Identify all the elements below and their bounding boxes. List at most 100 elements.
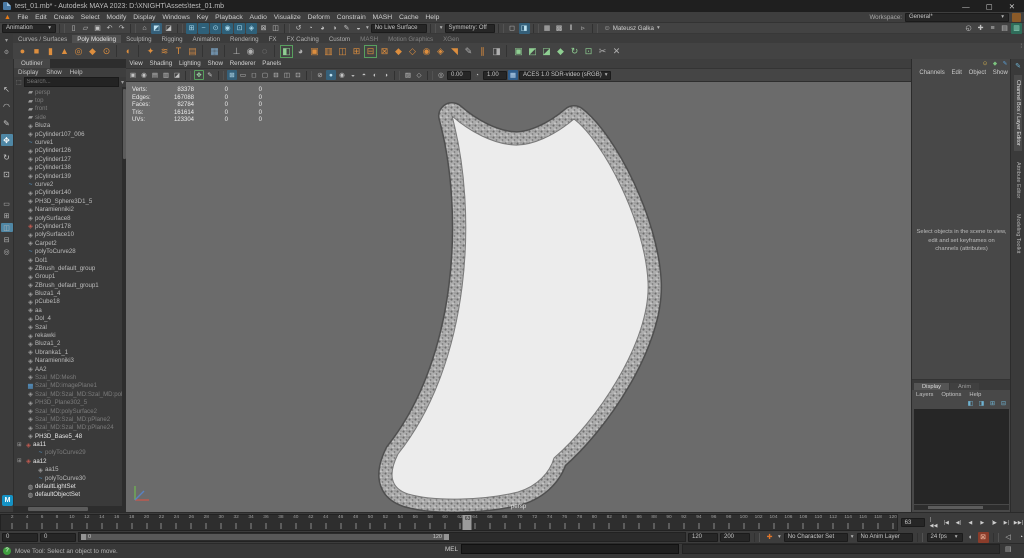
main-menu-cache[interactable]: Cache (396, 14, 422, 21)
sidebar-tab-modeling-toolkit[interactable]: Modeling Toolkit (1014, 209, 1022, 258)
auto-keyframe-icon[interactable]: ⊠ (977, 531, 989, 543)
outliner-item-front[interactable]: ▰ front (14, 105, 126, 113)
fps-selector-caret-icon[interactable]: ▾ (954, 534, 959, 540)
outliner-item-pcylinder107-006[interactable]: ◈ pCylinder107_006 (14, 130, 126, 139)
shaded-icon[interactable]: ● (326, 70, 336, 80)
bevel-icon[interactable]: ⊟ (364, 45, 377, 58)
menuset-selector[interactable]: Animation ▾ (2, 23, 56, 33)
outliner-item-top[interactable]: ▰ top (14, 96, 126, 105)
relax-brush-icon[interactable]: ◕ (294, 45, 307, 58)
use-all-lights-icon[interactable]: ◒ (348, 70, 358, 80)
platonic-solid-icon[interactable]: ✦ (144, 45, 157, 58)
layer-editor-tab-anim[interactable]: Anim (950, 383, 980, 390)
expand-toggle-icon[interactable]: ⊞ (17, 458, 24, 464)
open-scene-icon[interactable]: ▱ (80, 23, 91, 34)
poly-cone-icon[interactable]: ▲ (58, 45, 71, 58)
transform-component-icon[interactable]: ⊡ (582, 45, 595, 58)
wedge-icon[interactable]: ◥ (448, 45, 461, 58)
outliner-item-szal-md-polysurface2[interactable]: ◈ Szal_MD:polySurface2 (14, 407, 126, 416)
occlusion-icon[interactable]: ◐ (370, 70, 380, 80)
outliner-item-bluza1-2[interactable]: ◈ Bluza1_2 (14, 340, 126, 348)
shelf-tab-fx[interactable]: FX (264, 35, 282, 43)
outliner-magnifier-icon[interactable]: ◎ (1, 247, 13, 256)
playback-options-icon[interactable]: ◖ (965, 532, 976, 543)
outliner-item-polytocurve30[interactable]: ~ polyToCurve30 (14, 474, 126, 482)
undo-icon[interactable]: ↶ (104, 23, 115, 34)
attribute-editor-toggle-icon[interactable]: ≡ (987, 23, 998, 34)
mute-audio-icon[interactable]: ◁ (1003, 532, 1014, 543)
sweep-mesh-icon[interactable]: ≋ (158, 45, 171, 58)
shelf-tab-rendering[interactable]: Rendering (225, 35, 264, 43)
rotate-tool[interactable]: ↻ (1, 151, 13, 163)
shelf-tab-xgen[interactable]: XGen (438, 35, 464, 43)
outliner-item-carpet2[interactable]: ◈ Carpet2 (14, 239, 126, 248)
scale-tool[interactable]: ⊡ (1, 168, 13, 180)
field-chart-icon[interactable]: ⊟ (271, 70, 281, 80)
outliner-item-aa15[interactable]: ◈ aa15 (14, 466, 126, 474)
poly-cube-icon[interactable]: ■ (30, 45, 43, 58)
selection-component-icon[interactable]: ◪ (163, 23, 174, 34)
vest-panel-object[interactable] (378, 102, 663, 512)
modeling-panel-icon[interactable]: ◻ (507, 23, 518, 34)
selection-object-icon[interactable]: ◩ (151, 22, 162, 34)
channel-box-menu-channels[interactable]: Channels (916, 70, 948, 76)
isolate-select-icon[interactable]: ◇ (414, 70, 424, 80)
safe-title-icon[interactable]: ⊡ (293, 70, 303, 80)
search-filter-caret-icon[interactable]: ▾ (121, 79, 124, 86)
target-weld-icon[interactable]: ▣ (512, 45, 525, 58)
snap-projected-center-icon[interactable]: ◉ (222, 22, 233, 34)
outliner-item-pcylinder138[interactable]: ◈ pCylinder138 (14, 164, 126, 172)
shelf-gear-icon[interactable]: ⚙ (4, 49, 9, 56)
make-live-icon[interactable]: ◈ (246, 22, 257, 34)
viewport-menu-panels[interactable]: Panels (259, 60, 285, 67)
outliner-item-pcylinder178[interactable]: ◈ pCylinder178 (14, 222, 126, 231)
type-tool-icon[interactable]: T (172, 45, 185, 58)
viewport-canvas[interactable]: Verts: 83378 0 0 Edges: 167088 0 0 Faces: 82784 0 0… (126, 82, 911, 512)
outliner-item-szal[interactable]: ◈ Szal (14, 323, 126, 332)
lasso-tool[interactable]: ◠ (1, 100, 13, 112)
outliner-tab[interactable]: Outliner (14, 59, 50, 68)
viewport-menu-view[interactable]: View (126, 60, 146, 67)
snap-grid-icon[interactable]: ⊞ (186, 22, 197, 34)
exposure-icon[interactable]: ◎ (436, 70, 446, 80)
maximize-button[interactable]: ▢ (986, 2, 993, 11)
outliner-item-zbrush-default-group[interactable]: ◈ ZBrush_default_group (14, 264, 126, 273)
shelf-tab-custom[interactable]: Custom (324, 35, 355, 43)
range-end-handle[interactable] (444, 534, 449, 540)
playback-start-field[interactable]: 0 (40, 532, 76, 542)
outliner-item-pcylinder140[interactable]: ◈ pCylinder140 (14, 189, 126, 197)
main-menu-modify[interactable]: Modify (103, 14, 130, 21)
single-pane-layout[interactable]: ▭ (1, 199, 13, 208)
vest-mesh[interactable] (126, 82, 911, 512)
outliner-item-zbrush-default-group1[interactable]: ◈ ZBrush_default_group1 (14, 281, 126, 290)
live-surface-field[interactable]: No Live Surface (370, 23, 427, 33)
outliner-item-pcylinder126[interactable]: ◈ pCylinder126 (14, 147, 126, 155)
pause-viewport-icon[interactable]: ‖ (566, 23, 577, 34)
outliner-item-szal-md-mesh[interactable]: ◈ Szal_MD:Mesh (14, 373, 126, 382)
connect-tool-icon[interactable]: ◪ (540, 45, 553, 58)
main-menu-help[interactable]: Help (422, 14, 443, 21)
animation-end-field[interactable]: 200 (720, 532, 750, 542)
workspace-selector[interactable]: General* ▾ (905, 12, 1009, 22)
outliner-item-aa2[interactable]: ◈ AA2 (14, 365, 126, 374)
construction-grid-icon[interactable]: ▦ (208, 45, 221, 58)
arc-length-tool-icon[interactable]: ◉ (244, 45, 257, 58)
menuset-selector-caret-icon[interactable]: ▾ (47, 25, 52, 31)
main-menu-key[interactable]: Key (193, 14, 212, 21)
command-line-input[interactable] (460, 544, 679, 554)
channel-box-menu-edit[interactable]: Edit (948, 70, 965, 76)
select-camera-icon[interactable]: ▣ (128, 70, 138, 80)
outliner-item-polysurface10[interactable]: ◈ polySurface10 (14, 231, 126, 239)
humanik-toggle-icon[interactable]: ✚ (975, 23, 986, 34)
fps-selector[interactable]: 24 fps ▾ (926, 532, 963, 542)
step-back-frame-button[interactable]: |◀ (941, 516, 952, 529)
node-editor-icon[interactable]: ▩ (554, 23, 565, 34)
outliner-item-pcylinder139[interactable]: ◈ pCylinder139 (14, 172, 126, 181)
multi-cut-icon[interactable]: ◩ (526, 45, 539, 58)
layer-editor-scrollbar[interactable] (914, 505, 1009, 510)
2d-pan-zoom-icon[interactable]: ✥ (194, 70, 204, 80)
selection-hierarchy-icon[interactable]: ⌂ (139, 23, 150, 34)
symmetry-caret-icon[interactable]: ▾ (439, 25, 444, 31)
outliner-item-szal-md-szal-md-szal-md-polysu[interactable]: ◈ Szal_MD:Szal_MD:Szal_MD:polySu (14, 390, 126, 399)
viewport-menu-renderer[interactable]: Renderer (226, 60, 259, 67)
